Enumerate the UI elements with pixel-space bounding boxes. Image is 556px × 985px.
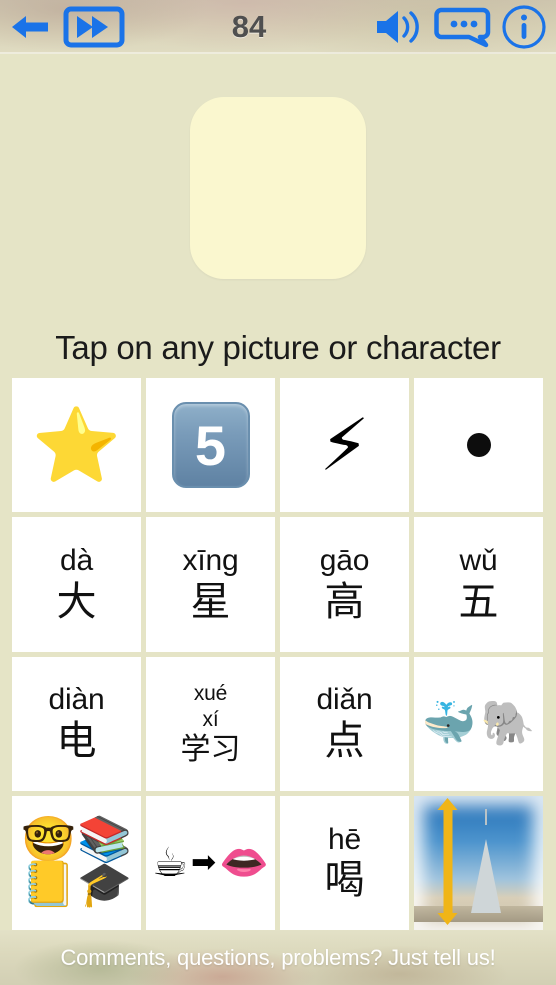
score-display: 84 <box>130 0 368 54</box>
pinyin-label-first: xué <box>193 682 228 706</box>
hanzi-label: 星 <box>190 578 231 625</box>
sound-button[interactable] <box>368 0 430 54</box>
drink-emoji-sequence: ☕ ➡ 👄 <box>152 843 269 883</box>
pinyin-label: gāo <box>319 544 370 578</box>
info-button[interactable] <box>496 0 552 54</box>
grid-cell-lightning[interactable]: ⚡ <box>280 378 409 513</box>
tall-building-photo <box>414 795 543 930</box>
fast-forward-icon <box>63 6 125 48</box>
info-circle-icon <box>502 5 546 49</box>
pinyin-label: hē <box>328 822 361 856</box>
study-emoji-group: 🤓 📚 📒 🎓 <box>21 818 132 907</box>
pinyin-label: dà <box>60 544 93 578</box>
grid-cell-word-xuexi[interactable]: xué xí 学习 <box>146 656 275 791</box>
top-toolbar: 84 <box>0 0 556 54</box>
grid-cell-word-dian-dot[interactable]: diǎn 点 <box>280 656 409 791</box>
grid-cell-word-gao[interactable]: gāo 高 <box>280 517 409 652</box>
hanzi-label: 学习 <box>180 732 241 768</box>
elephant-emoji: 🐘 <box>480 697 536 749</box>
pinyin-label-second: xí <box>202 707 219 731</box>
high-voltage-emoji: ⚡ <box>319 403 370 488</box>
whale-emoji: 🐳 <box>421 697 477 749</box>
hanzi-label: 点 <box>324 717 365 764</box>
black-dot-icon <box>466 433 491 458</box>
mouth-lips-emoji: 👄 <box>219 839 269 886</box>
notebook-emoji: 📒 <box>21 859 76 911</box>
grid-cell-dot[interactable] <box>414 378 543 513</box>
keycap-five-icon: 5 <box>171 402 250 489</box>
footer-feedback-text: Comments, questions, problems? Just tell… <box>60 944 496 970</box>
grid-cell-word-xing[interactable]: xīng 星 <box>146 517 275 652</box>
hanzi-label: 大 <box>56 578 97 625</box>
prompt-card-area <box>0 54 556 322</box>
grid-cell-whale-elephant[interactable]: 🐳 🐘 <box>414 656 543 791</box>
speaker-icon <box>377 11 419 43</box>
pinyin-label: wǔ <box>459 544 498 578</box>
tower-shape <box>471 838 502 913</box>
footer-bar[interactable]: Comments, questions, problems? Just tell… <box>0 930 556 985</box>
grid-cell-word-he[interactable]: hē 喝 <box>280 795 409 930</box>
comments-button[interactable] <box>430 0 496 54</box>
arrow-right-icon: ➡ <box>190 844 217 880</box>
pinyin-label: diàn <box>48 683 105 717</box>
answer-grid: ⭐ 5 ⚡ dà 大 xīng 星 gāo 高 wǔ 五 diàn 电 xué … <box>0 378 556 930</box>
hanzi-label: 五 <box>458 578 499 625</box>
comment-bubble-icon <box>434 7 491 48</box>
hanzi-label: 喝 <box>324 857 365 904</box>
next-button[interactable] <box>58 0 130 54</box>
nerd-face-emoji: 🤓 <box>21 814 76 866</box>
coffee-emoji: ☕ <box>152 839 188 886</box>
pinyin-label: diǎn <box>316 683 373 717</box>
grid-cell-keycap-five[interactable]: 5 <box>146 378 275 513</box>
hanzi-label: 高 <box>324 578 365 625</box>
score-value: 84 <box>231 9 267 44</box>
back-button[interactable] <box>4 0 56 54</box>
graduation-cap-emoji: 🎓 <box>77 859 132 911</box>
tower-spire-shape <box>485 809 488 826</box>
app-root: 84 Tap on any picture or character ⭐ 5 ⚡… <box>0 0 556 985</box>
star-emoji: ⭐ <box>31 403 122 488</box>
grid-cell-word-wu[interactable]: wǔ 五 <box>414 517 543 652</box>
animals-emoji-group: 🐳 🐘 <box>421 697 536 749</box>
pinyin-label: xīng <box>182 544 239 578</box>
instruction-text: Tap on any picture or character <box>55 329 501 366</box>
hanzi-label: 电 <box>56 717 97 764</box>
grid-cell-star[interactable]: ⭐ <box>12 378 141 513</box>
prompt-card[interactable] <box>190 97 366 279</box>
height-arrow-icon <box>443 809 453 914</box>
grid-cell-word-dian-electric[interactable]: diàn 电 <box>12 656 141 791</box>
arrow-left-icon <box>12 16 48 38</box>
grid-cell-drink-sequence[interactable]: ☕ ➡ 👄 <box>146 795 275 930</box>
grid-cell-tall-building[interactable] <box>414 795 543 930</box>
books-emoji: 📚 <box>77 814 132 866</box>
grid-cell-study-group[interactable]: 🤓 📚 📒 🎓 <box>12 795 141 930</box>
grid-cell-word-da[interactable]: dà 大 <box>12 517 141 652</box>
